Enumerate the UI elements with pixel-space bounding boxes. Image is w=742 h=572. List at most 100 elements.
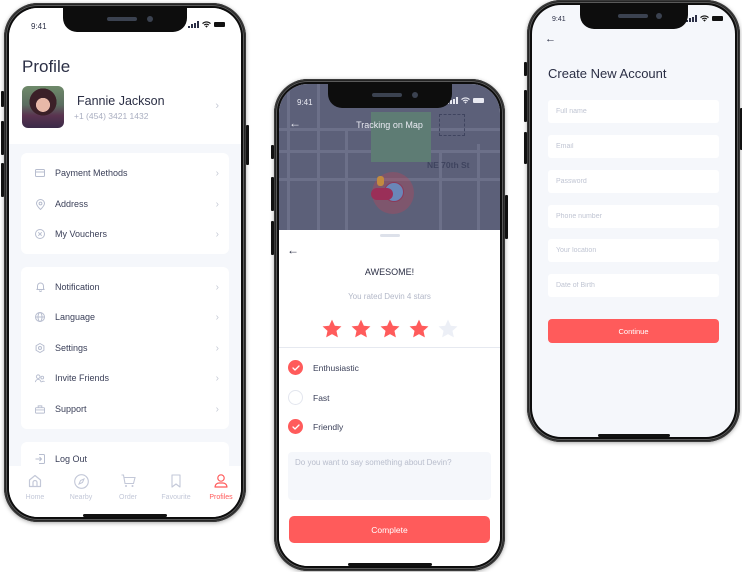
notch: [579, 5, 688, 29]
rating-phone: 9:41 NE 70th St ← Tracking on Map ← AWES…: [271, 79, 508, 571]
checkbox-checked[interactable]: [288, 360, 303, 375]
page-title: Create New Account: [548, 66, 667, 81]
star-filled-icon[interactable]: [350, 318, 372, 340]
menu-item-notification[interactable]: Notification ›: [21, 272, 229, 302]
phone-number-field[interactable]: [548, 205, 719, 228]
signup-phone: 9:41 ← Create New Account Continue: [524, 0, 742, 442]
complete-button[interactable]: Complete: [289, 516, 490, 543]
menu-item-payment-methods[interactable]: Payment Methods ›: [21, 158, 229, 188]
mute-switch: [524, 62, 527, 76]
rider-head: [377, 176, 384, 186]
battery-icon: [473, 98, 484, 103]
chevron-right-icon: ›: [215, 281, 219, 293]
menu-item-language[interactable]: Language ›: [21, 302, 229, 332]
menu-item-invite-friends[interactable]: Invite Friends ›: [21, 363, 229, 393]
chevron-right-icon: ›: [215, 342, 219, 354]
status-time: 9:41: [297, 98, 313, 107]
checkmark-icon: [291, 423, 300, 430]
signal-icon: [188, 21, 199, 28]
menu-item-label: Language: [55, 312, 96, 322]
continue-button[interactable]: Continue: [548, 319, 719, 343]
tab-profiles[interactable]: Profiles: [199, 474, 241, 501]
tab-home[interactable]: Home: [13, 474, 57, 501]
volume-down-button: [1, 163, 4, 197]
menu-item-label: Address: [55, 199, 89, 209]
full-name-field[interactable]: [548, 100, 719, 123]
logout-icon: [35, 454, 45, 464]
notch: [63, 8, 187, 32]
voucher-icon: [35, 229, 45, 239]
tab-label: Profiles: [209, 494, 233, 501]
volume-down-button: [271, 221, 274, 255]
menu-item-label: Settings: [55, 343, 88, 353]
bottom-tab-bar: Home Nearby Order Favourite Profiles: [9, 466, 241, 517]
signup-screen: 9:41 ← Create New Account Continue: [532, 5, 735, 437]
option-friendly[interactable]: Friendly: [288, 419, 343, 434]
wifi-icon: [700, 15, 709, 22]
menu-item-label: Invite Friends: [55, 373, 110, 383]
star-filled-icon[interactable]: [321, 318, 343, 340]
profile-screen: 9:41 Profile Fannie Jackson +1 (454) 342…: [9, 8, 241, 517]
comment-input[interactable]: [288, 452, 491, 500]
battery-icon: [712, 16, 723, 21]
signal-icon: [686, 15, 697, 22]
menu-item-address[interactable]: Address ›: [21, 189, 229, 219]
globe-icon: [35, 312, 45, 322]
user-name[interactable]: Fannie Jackson: [77, 94, 165, 108]
email-field[interactable]: [548, 135, 719, 158]
bell-icon: [35, 282, 45, 292]
mute-switch: [1, 91, 4, 107]
star-empty-icon[interactable]: [437, 318, 459, 340]
home-indicator: [83, 514, 167, 517]
password-field[interactable]: [548, 170, 719, 193]
page-title: Profile: [22, 57, 71, 76]
chevron-right-icon: ›: [215, 372, 219, 384]
briefcase-icon: [35, 404, 45, 414]
tab-nearby[interactable]: Nearby: [59, 474, 103, 501]
chevron-right-icon: ›: [215, 403, 219, 415]
star-filled-icon[interactable]: [379, 318, 401, 340]
user-icon: [199, 474, 241, 490]
chevron-right-icon: ›: [215, 311, 219, 323]
power-button: [246, 125, 249, 165]
tab-order[interactable]: Order: [106, 474, 150, 501]
star-filled-icon[interactable]: [408, 318, 430, 340]
option-label: Enthusiastic: [313, 362, 359, 373]
menu-item-label: My Vouchers: [55, 229, 108, 239]
option-enthusiastic[interactable]: Enthusiastic: [288, 360, 359, 375]
battery-icon: [214, 22, 225, 27]
menu-item-label: Support: [55, 404, 87, 414]
tab-label: Order: [119, 494, 137, 501]
chevron-right-icon: ›: [215, 228, 219, 240]
date-of-birth-field[interactable]: [548, 274, 719, 297]
menu-item-support[interactable]: Support ›: [21, 394, 229, 424]
volume-up-button: [524, 90, 527, 122]
scooter-rider-icon: [371, 188, 393, 200]
notch: [327, 84, 452, 108]
users-icon: [35, 373, 45, 383]
menu-item-my-vouchers[interactable]: My Vouchers ›: [21, 219, 229, 249]
volume-up-button: [271, 177, 274, 211]
compass-icon: [59, 474, 103, 490]
option-fast[interactable]: Fast: [288, 390, 330, 405]
status-time: 9:41: [31, 22, 47, 31]
tab-favourite[interactable]: Favourite: [154, 474, 198, 501]
location-field[interactable]: [548, 239, 719, 262]
gear-icon: [35, 343, 45, 353]
rating-subheading: You rated Devin 4 stars: [348, 292, 431, 301]
star-rating[interactable]: [279, 318, 500, 340]
rating-screen: 9:41 NE 70th St ← Tracking on Map ← AWES…: [279, 84, 500, 566]
menu-item-settings[interactable]: Settings ›: [21, 333, 229, 363]
checkbox-unchecked[interactable]: [288, 390, 303, 405]
profile-phone: 9:41 Profile Fannie Jackson +1 (454) 342…: [1, 3, 249, 522]
chevron-right-icon[interactable]: ›: [215, 100, 219, 112]
back-arrow-icon[interactable]: ←: [545, 33, 556, 45]
checkmark-icon: [291, 364, 300, 371]
checkbox-checked[interactable]: [288, 419, 303, 434]
menu-item-label: Payment Methods: [55, 168, 128, 178]
sheet-grabber[interactable]: [379, 234, 400, 237]
wifi-icon: [202, 21, 211, 28]
back-arrow-icon[interactable]: ←: [287, 243, 299, 257]
menu-item-label: Notification: [55, 282, 100, 292]
account-menu-card: Payment Methods › Address › My Vouchers …: [21, 153, 229, 254]
